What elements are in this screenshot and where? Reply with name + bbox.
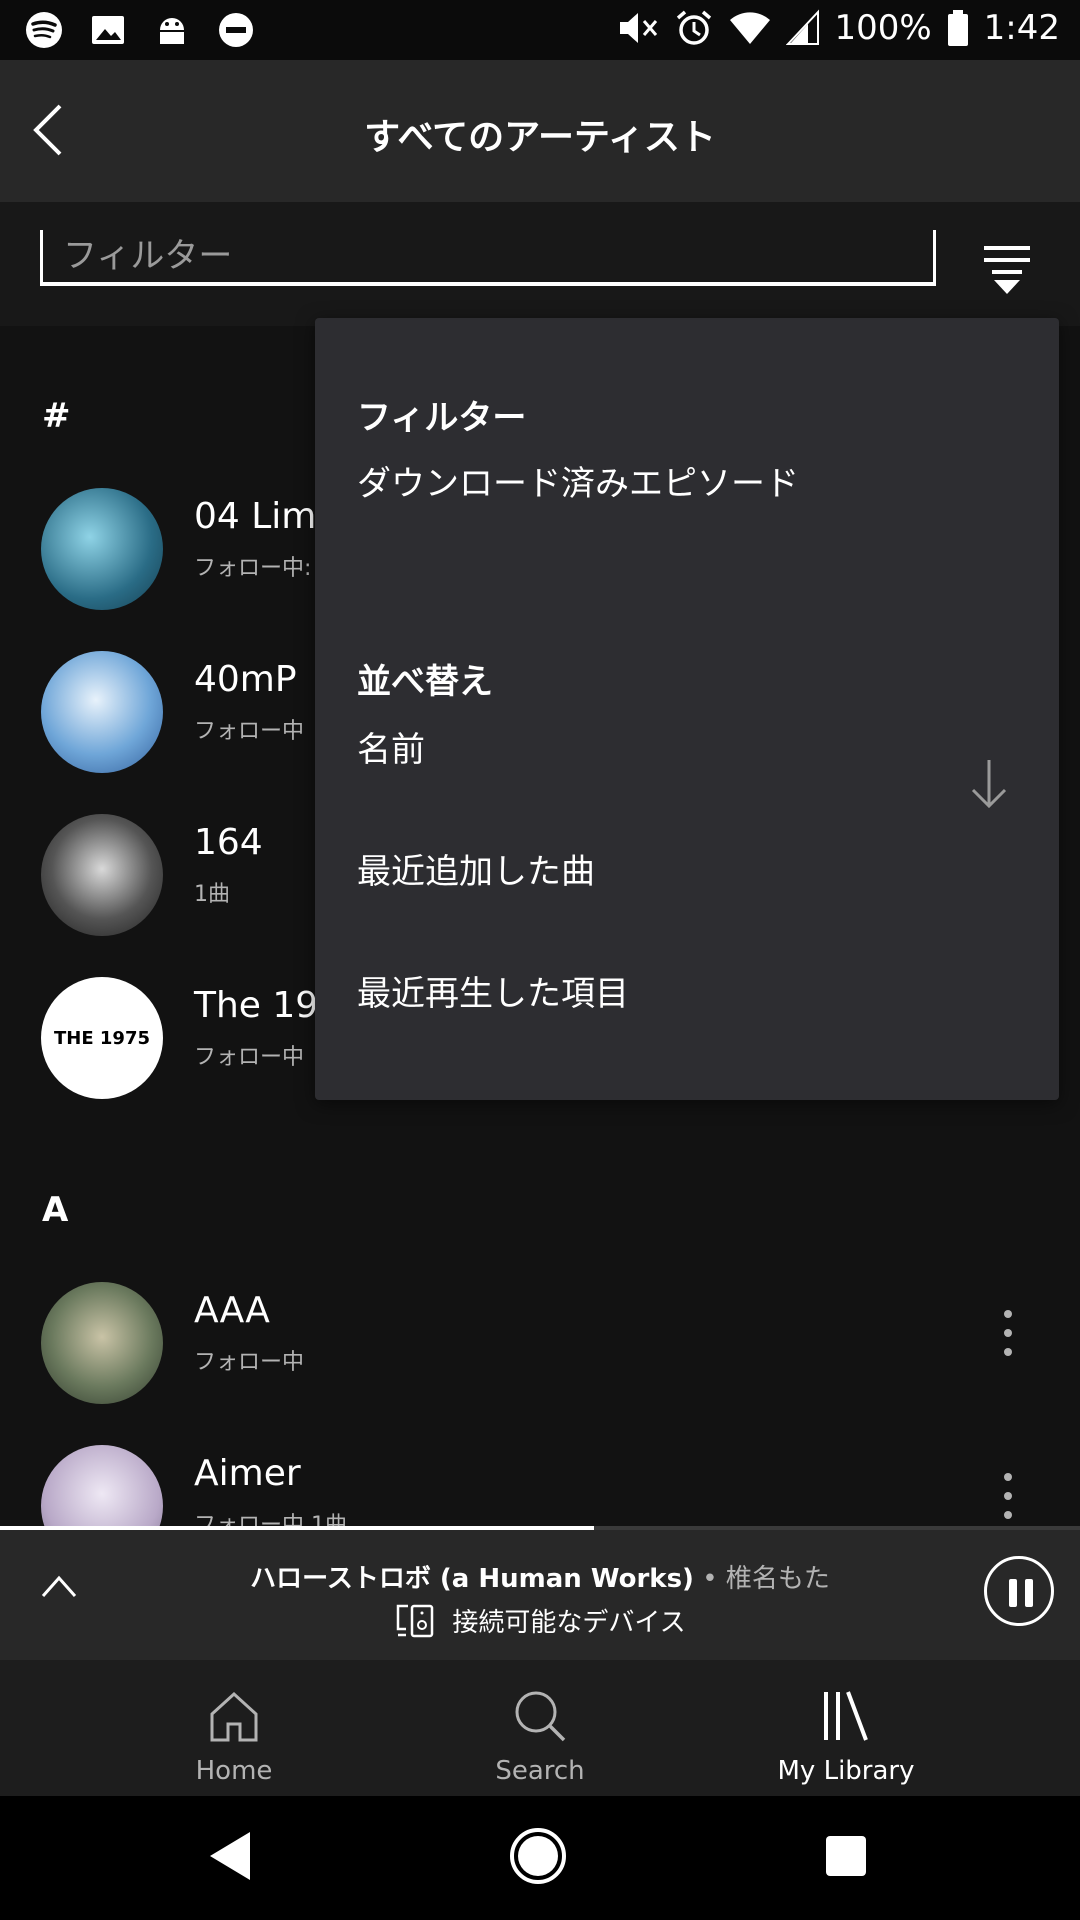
tab-search[interactable]: Search [440, 1660, 640, 1796]
separator: • [702, 1564, 718, 1594]
spotify-icon [26, 12, 62, 48]
more-options-icon[interactable] [1000, 1473, 1016, 1526]
song-artist: 椎名もた [725, 1564, 830, 1594]
song-title: ハローストロボ (a Human Works) [250, 1564, 694, 1594]
tab-label: Home [195, 1756, 273, 1786]
artist-name: AAA [194, 1290, 270, 1331]
tab-label: Search [495, 1756, 585, 1786]
now-playing-bar[interactable]: ハローストロボ (a Human Works) • 椎名もた 接続可能なデバイス [0, 1530, 1080, 1660]
library-icon [824, 1691, 868, 1741]
artist-name: 164 [194, 822, 263, 863]
page-title: すべてのアーティスト [364, 117, 716, 158]
avatar [41, 651, 163, 773]
avatar [41, 1282, 163, 1404]
nav-back-icon[interactable] [200, 1826, 260, 1886]
artist-name: 40mP [194, 659, 297, 700]
section-header: A [42, 1190, 69, 1230]
menu-item-sort-recently-added[interactable]: 最近追加した曲 [357, 832, 1017, 912]
artist-subtitle: フォロー中 [194, 719, 305, 744]
battery-icon [947, 10, 968, 46]
status-bar: 100% 1:42 [0, 0, 1080, 60]
home-icon [210, 1691, 258, 1742]
wifi-icon [730, 12, 771, 44]
artist-subtitle: フォロー中 [194, 1350, 305, 1375]
avatar [41, 488, 163, 610]
signal-icon [786, 9, 820, 45]
tab-my-library[interactable]: My Library [746, 1660, 946, 1796]
search-icon [515, 1691, 566, 1742]
filter-header: フィルター [357, 398, 527, 438]
image-icon [92, 16, 124, 44]
nav-home-icon[interactable] [508, 1826, 568, 1886]
menu-item-sort-name[interactable]: 名前 [357, 710, 1017, 790]
section-header: # [42, 396, 71, 436]
avatar [41, 814, 163, 936]
artist-subtitle: 1曲 [194, 882, 230, 907]
avatar [41, 1445, 163, 1526]
list-item[interactable]: Aimer フォロー中 1曲 [0, 1425, 1080, 1526]
menu-item-sort-recently-played[interactable]: 最近再生した項目 [357, 954, 1017, 1034]
more-options-icon[interactable] [1000, 1310, 1016, 1370]
android-icon [160, 18, 184, 44]
filter-bar [0, 202, 1080, 326]
filter-sort-menu: フィルター ダウンロード済みエピソード 並べ替え 名前 最近追加した曲 最近再生… [315, 318, 1059, 1100]
app-header: すべてのアーティスト [0, 60, 1080, 202]
mute-icon [620, 13, 658, 43]
filter-input[interactable] [40, 230, 936, 286]
device-label: 接続可能なデバイス [452, 1608, 686, 1638]
sort-header: 並べ替え [357, 662, 493, 702]
tab-label: My Library [777, 1756, 915, 1786]
nav-recents-icon[interactable] [816, 1826, 876, 1886]
arrow-down-icon [971, 760, 1007, 809]
artist-subtitle: フォロー中 1曲 [194, 1513, 347, 1526]
list-item[interactable]: AAA フォロー中 [0, 1262, 1080, 1422]
do-not-disturb-icon [219, 13, 253, 47]
clock: 1:42 [983, 8, 1060, 48]
now-playing-title: ハローストロボ (a Human Works) • 椎名もた [0, 1558, 1080, 1595]
menu-item-downloaded-episodes[interactable]: ダウンロード済みエピソード [357, 444, 1017, 524]
system-nav-bar [0, 1796, 1080, 1920]
pause-button[interactable] [984, 1556, 1054, 1626]
tab-home[interactable]: Home [134, 1660, 334, 1796]
devices-icon [397, 1604, 434, 1637]
artist-name: Aimer [194, 1453, 301, 1494]
artist-subtitle: フォロー中 [194, 1045, 305, 1070]
battery-percent: 100% [834, 8, 932, 48]
sort-filter-icon[interactable] [978, 242, 1038, 300]
bottom-tab-bar: Home Search My Library [0, 1660, 1080, 1796]
alarm-icon [677, 10, 712, 45]
connect-device-row[interactable]: 接続可能なデバイス [0, 1602, 1080, 1639]
avatar: THE 1975 [41, 977, 163, 1099]
artist-logo-text: THE 1975 [53, 1027, 150, 1049]
artist-name: 04 Limi [194, 496, 327, 537]
